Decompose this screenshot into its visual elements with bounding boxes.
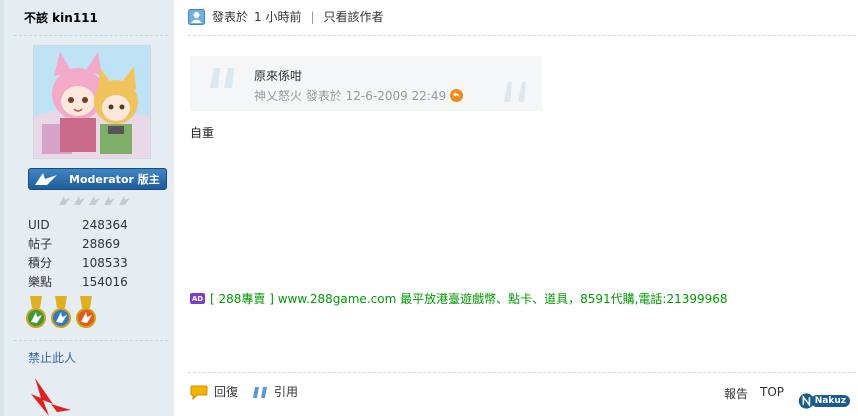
only-author-link[interactable]: 只看該作者 bbox=[324, 8, 384, 25]
divider bbox=[14, 340, 168, 341]
avatar[interactable] bbox=[33, 45, 151, 159]
stat-points: 積分 108533 bbox=[28, 254, 128, 273]
author-name[interactable]: 不該 kin111 bbox=[24, 9, 98, 26]
quote-button[interactable]: 引用 bbox=[252, 383, 298, 400]
stat-key: 積分 bbox=[28, 256, 53, 270]
quote-meta: 神乂怒火 發表於 12-6-2009 22:49 bbox=[254, 87, 464, 104]
stat-posts: 帖子 28869 bbox=[28, 235, 128, 254]
ad-line: AD [ 288專賣 ] www.288game.com 最平放港臺遊戲幣、點卡… bbox=[190, 290, 728, 307]
rank-badge: Moderator 版主 bbox=[28, 168, 167, 190]
post-body: 自重 bbox=[190, 126, 215, 140]
post-actions: 回復 引用 bbox=[190, 383, 312, 400]
rank-star-icon bbox=[118, 194, 131, 206]
ban-user-link[interactable]: 禁止此人 bbox=[28, 349, 76, 366]
stat-key: 帖子 bbox=[28, 237, 53, 251]
back-to-post-icon[interactable] bbox=[450, 89, 464, 102]
moderator-icon bbox=[29, 169, 63, 189]
stat-music-points: 樂點 154016 bbox=[28, 273, 128, 292]
watermark: Nakuz bbox=[798, 390, 850, 412]
stat-uid: UID 248364 bbox=[28, 216, 128, 235]
rank-label: Moderator 版主 bbox=[69, 173, 160, 186]
posted-label: 發表於 bbox=[212, 10, 249, 24]
report-link[interactable]: 報告 bbox=[724, 385, 748, 402]
stat-value: 248364 bbox=[82, 218, 128, 232]
quote-block: 原來係咁 神乂怒火 發表於 12-6-2009 22:49 bbox=[190, 56, 542, 111]
quote-text: 原來係咁 bbox=[254, 69, 303, 83]
top-link[interactable]: TOP bbox=[760, 385, 784, 402]
separator: | bbox=[310, 9, 315, 24]
divider bbox=[188, 372, 856, 373]
green-medal-icon[interactable] bbox=[26, 296, 46, 333]
rank-star-icon bbox=[88, 194, 101, 206]
quote-icon bbox=[253, 386, 268, 398]
quote-close-icon bbox=[502, 78, 532, 111]
ad-badge: AD bbox=[190, 293, 205, 304]
author-stats: UID 248364 帖子 28869 積分 108533 樂點 154016 bbox=[28, 216, 128, 292]
lightning-logo-icon bbox=[27, 378, 73, 416]
rank-star-icon bbox=[58, 194, 71, 206]
posted-time: 1 小時前 bbox=[254, 10, 302, 24]
reply-label: 回復 bbox=[214, 385, 239, 399]
rank-stars bbox=[58, 194, 131, 206]
reply-button[interactable]: 回復 bbox=[190, 383, 238, 400]
rank-star-icon bbox=[103, 194, 116, 206]
divider bbox=[188, 35, 856, 36]
stat-value: 28869 bbox=[82, 237, 121, 251]
medal-list bbox=[26, 296, 96, 333]
stat-value: 108533 bbox=[82, 256, 128, 270]
quote-open-icon bbox=[208, 62, 238, 95]
user-icon bbox=[188, 8, 205, 25]
rank-star-icon bbox=[73, 194, 86, 206]
post-tools: 報告 TOP bbox=[724, 385, 796, 402]
divider bbox=[14, 35, 168, 36]
quote-meta-text: 神乂怒火 發表於 12-6-2009 22:49 bbox=[254, 89, 447, 103]
quote-label: 引用 bbox=[274, 385, 299, 399]
orange-medal-icon[interactable] bbox=[76, 296, 96, 333]
blue-medal-icon[interactable] bbox=[51, 296, 71, 333]
post-header: 發表於 1 小時前 | 只看該作者 bbox=[188, 8, 384, 25]
stat-value: 154016 bbox=[82, 275, 128, 289]
ad-link[interactable]: [ 288專賣 ] www.288game.com 最平放港臺遊戲幣、點卡、道具… bbox=[210, 290, 728, 307]
watermark-text: Nakuz bbox=[810, 395, 850, 407]
stat-key: UID bbox=[28, 218, 50, 232]
reply-icon bbox=[190, 385, 208, 400]
stat-key: 樂點 bbox=[28, 275, 53, 289]
author-panel: 不該 kin111 Moderator 版主 UID 248364 帖子 288… bbox=[0, 0, 174, 416]
